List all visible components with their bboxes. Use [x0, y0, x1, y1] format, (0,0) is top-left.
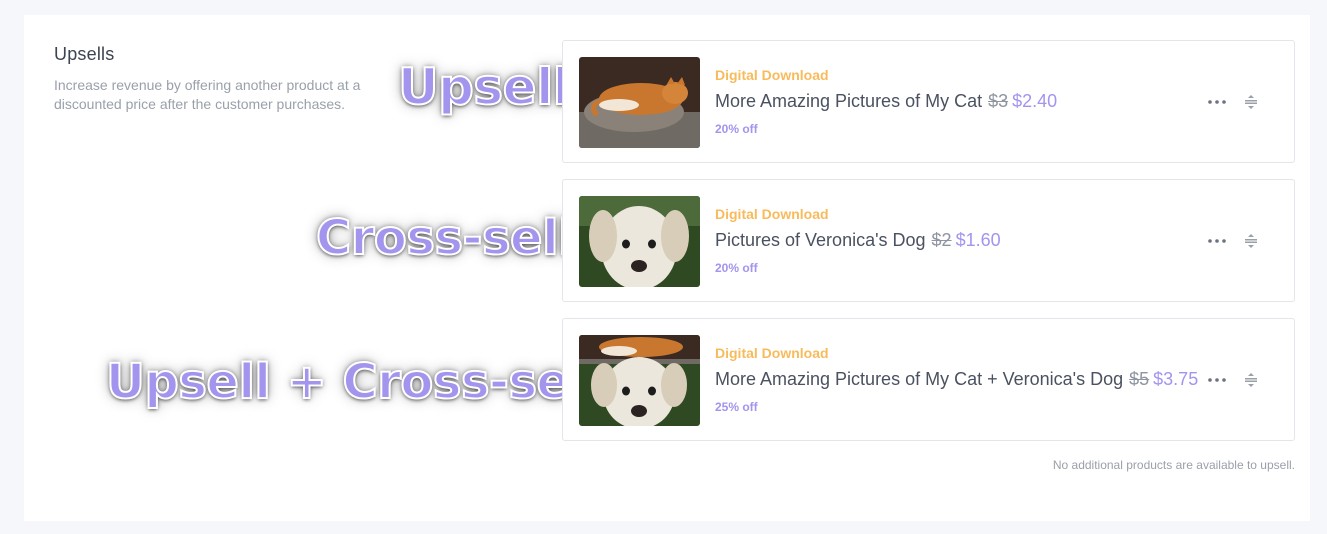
discounted-price: $1.60 [955, 230, 1001, 250]
section-title: Upsells [54, 44, 115, 64]
product-title-row: Pictures of Veronica's Dog $2 $1.60 [715, 230, 1001, 251]
overlay-label-upsell: Upsell [397, 57, 571, 117]
product-name: More Amazing Pictures of My Cat + Veroni… [715, 369, 1124, 389]
upsell-cross-sell-card[interactable]: Digital Download More Amazing Pictures o… [562, 318, 1295, 441]
overlay-label-upsell-cross-sell: Upsell + Cross-sell [105, 353, 602, 411]
cross-sell-card[interactable]: Digital Download Pictures of Veronica's … [562, 179, 1295, 302]
drag-handle-icon[interactable] [1239, 369, 1263, 391]
discount-label: 20% off [715, 122, 758, 136]
drag-handle-icon[interactable] [1239, 230, 1263, 252]
original-price: $5 [1129, 369, 1150, 389]
product-thumbnail [579, 196, 700, 287]
discounted-price: $2.40 [1012, 91, 1058, 111]
original-price: $2 [931, 230, 952, 250]
product-type: Digital Download [715, 345, 829, 361]
product-name: Pictures of Veronica's Dog [715, 230, 926, 250]
discount-label: 25% off [715, 400, 758, 414]
section-description: Increase revenue by offering another pro… [54, 77, 361, 112]
discount-label: 20% off [715, 261, 758, 275]
drag-handle-icon[interactable] [1239, 91, 1263, 113]
no-more-products-note: No additional products are available to … [1052, 458, 1295, 472]
discounted-price: $3.75 [1153, 369, 1199, 389]
original-price: $3 [988, 91, 1009, 111]
product-name: More Amazing Pictures of My Cat [715, 91, 983, 111]
product-thumbnail [579, 57, 700, 148]
overlay-label-cross-sell: Cross-sell [315, 209, 575, 267]
product-type: Digital Download [715, 67, 829, 83]
upsell-card[interactable]: Digital Download More Amazing Pictures o… [562, 40, 1295, 163]
product-thumbnail [579, 335, 700, 426]
product-type: Digital Download [715, 206, 829, 222]
more-horizontal-icon[interactable] [1203, 230, 1231, 252]
more-horizontal-icon[interactable] [1203, 91, 1231, 113]
product-title-row: More Amazing Pictures of My Cat $3 $2.40 [715, 91, 1057, 112]
more-horizontal-icon[interactable] [1203, 369, 1231, 391]
product-title-row: More Amazing Pictures of My Cat + Veroni… [715, 369, 1198, 390]
